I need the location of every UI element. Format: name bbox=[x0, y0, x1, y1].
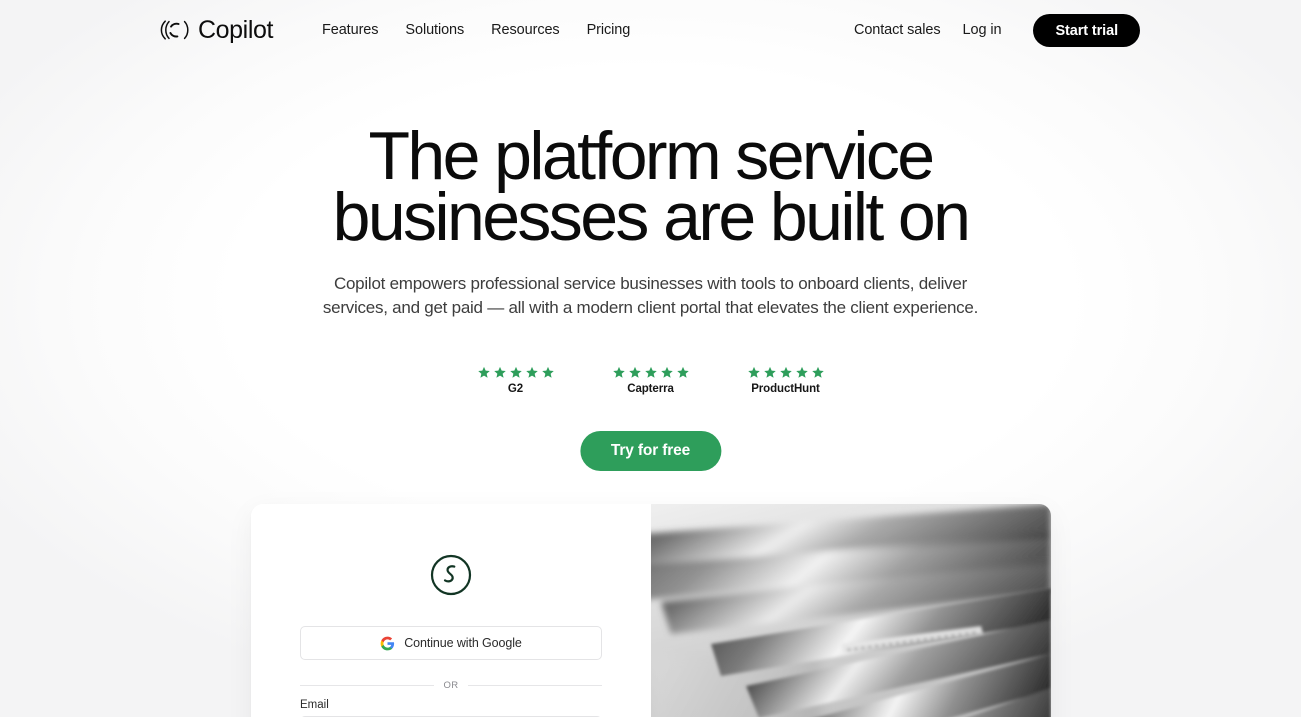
star-icon bbox=[628, 366, 641, 378]
star-icon bbox=[811, 366, 824, 378]
contact-sales-link[interactable]: Contact sales bbox=[843, 14, 952, 47]
main-nav: Features Solutions Resources Pricing bbox=[322, 22, 630, 38]
star-icon bbox=[660, 366, 673, 378]
brand-logo-link[interactable]: Copilot bbox=[160, 17, 273, 43]
nav-item-features[interactable]: Features bbox=[322, 22, 379, 38]
product-preview-card: Continue with Google OR Email bbox=[251, 504, 1051, 717]
log-in-link[interactable]: Log in bbox=[952, 14, 1013, 47]
copilot-circle-mark-icon bbox=[430, 554, 472, 596]
rating-label-producthunt: ProductHunt bbox=[751, 383, 820, 395]
star-icon bbox=[525, 366, 538, 378]
star-rating-producthunt bbox=[747, 366, 824, 379]
star-icon bbox=[493, 366, 506, 378]
or-divider: OR bbox=[300, 680, 602, 691]
header-actions: Contact sales Log in Start trial bbox=[843, 14, 1140, 47]
divider-line-left bbox=[300, 685, 435, 686]
rating-producthunt: ProductHunt bbox=[747, 366, 824, 395]
rating-label-g2: G2 bbox=[507, 383, 524, 395]
star-icon bbox=[644, 366, 657, 378]
copilot-parenthesis-logo-icon bbox=[160, 20, 189, 40]
page-title: The platform service businesses are buil… bbox=[271, 122, 1031, 251]
rating-capterra: Capterra bbox=[612, 366, 689, 395]
login-panel: Continue with Google OR Email bbox=[251, 504, 651, 717]
try-for-free-button[interactable]: Try for free bbox=[579, 431, 722, 471]
star-icon bbox=[612, 366, 625, 378]
site-header: Copilot Features Solutions Resources Pri… bbox=[0, 0, 1301, 62]
nav-item-solutions[interactable]: Solutions bbox=[405, 22, 464, 38]
start-trial-button[interactable]: Start trial bbox=[1033, 14, 1140, 47]
hero-title-line-2: businesses are built on bbox=[332, 179, 971, 255]
divider-line-right bbox=[467, 685, 602, 686]
star-icon bbox=[763, 366, 776, 378]
card-photo-panel bbox=[651, 504, 1051, 717]
star-rating-g2 bbox=[477, 366, 554, 379]
star-icon bbox=[676, 366, 689, 378]
nav-item-resources[interactable]: Resources bbox=[491, 22, 560, 38]
ratings-row: G2 Capterra ProductHunt bbox=[477, 366, 824, 395]
landing-page: Copilot Features Solutions Resources Pri… bbox=[0, 0, 1301, 717]
star-icon bbox=[541, 366, 554, 378]
continue-with-google-label: Continue with Google bbox=[404, 636, 522, 650]
rating-label-capterra: Capterra bbox=[627, 383, 674, 395]
star-icon bbox=[795, 366, 808, 378]
divider-label: OR bbox=[443, 680, 459, 691]
nav-item-pricing[interactable]: Pricing bbox=[587, 22, 631, 38]
star-rating-capterra bbox=[612, 366, 689, 379]
hero-subtitle: Copilot empowers professional service bu… bbox=[322, 274, 979, 317]
star-icon bbox=[509, 366, 522, 378]
continue-with-google-button[interactable]: Continue with Google bbox=[300, 626, 602, 660]
rating-g2: G2 bbox=[477, 366, 554, 395]
pencils-photo bbox=[651, 504, 1051, 717]
star-icon bbox=[779, 366, 792, 378]
brand-name: Copilot bbox=[198, 15, 274, 44]
star-icon bbox=[747, 366, 760, 378]
star-icon bbox=[477, 366, 490, 378]
email-field-label: Email bbox=[300, 699, 329, 711]
google-g-icon bbox=[380, 636, 395, 650]
